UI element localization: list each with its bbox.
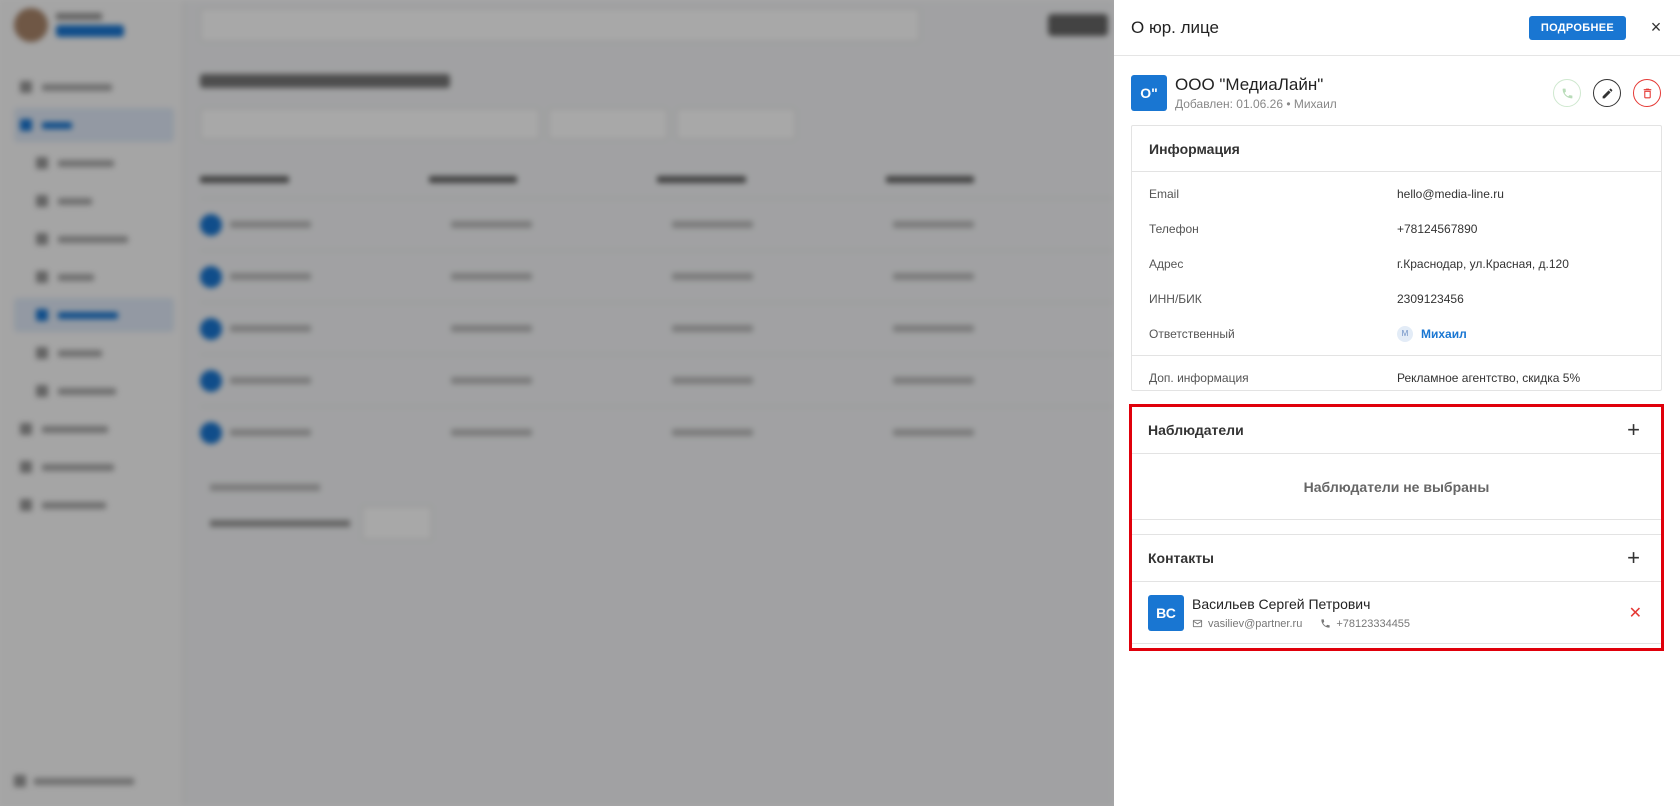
info-row-extra: Доп. информация Рекламное агентство, ски…	[1132, 360, 1661, 395]
delete-button[interactable]	[1633, 79, 1661, 107]
trash-icon	[1643, 88, 1651, 98]
responsible-link[interactable]: М Михаил	[1397, 325, 1467, 342]
info-key: Email	[1149, 186, 1180, 201]
entity-summary: О" ООО "МедиаЛайн" Добавлен: 01.06.26 • …	[1131, 73, 1661, 113]
info-key: Доп. информация	[1149, 370, 1249, 385]
avatar: М	[1397, 325, 1413, 342]
close-icon[interactable]: ×	[1648, 17, 1664, 37]
info-key: Ответственный	[1149, 326, 1235, 341]
info-row-phone: Телефон +78124567890	[1132, 211, 1661, 246]
info-value: +78124567890	[1397, 221, 1478, 236]
info-row-inn: ИНН/БИК 2309123456	[1132, 281, 1661, 316]
entity-logo: О"	[1131, 75, 1167, 111]
entity-meta: Добавлен: 01.06.26 • Михаил	[1175, 97, 1337, 111]
responsible-name[interactable]: Михаил	[1421, 327, 1467, 341]
info-key: ИНН/БИК	[1149, 291, 1202, 306]
more-button[interactable]: ПОДРОБНЕЕ	[1528, 15, 1626, 40]
info-row-email: Email hello@media-line.ru	[1132, 176, 1661, 211]
info-row-responsible: Ответственный М Михаил	[1132, 316, 1661, 351]
info-card: Информация Email hello@media-line.ru Тел…	[1131, 125, 1662, 391]
entity-name: ООО "МедиаЛайн"	[1175, 75, 1324, 94]
info-value: 2309123456	[1397, 291, 1464, 306]
highlight-frame	[1129, 404, 1664, 651]
edit-button[interactable]	[1593, 79, 1621, 107]
modal-overlay[interactable]	[0, 0, 1114, 806]
info-key: Адрес	[1149, 256, 1184, 271]
drawer-header: О юр. лице ПОДРОБНЕЕ ×	[1114, 0, 1680, 56]
info-key: Телефон	[1149, 221, 1199, 236]
info-value: Рекламное агентство, скидка 5%	[1397, 370, 1581, 385]
info-value: hello@media-line.ru	[1397, 186, 1504, 201]
pencil-icon	[1602, 88, 1612, 98]
call-button[interactable]	[1553, 79, 1581, 107]
drawer-title: О юр. лице	[1131, 17, 1220, 37]
entity-drawer: О юр. лице ПОДРОБНЕЕ × О" ООО "МедиаЛайн…	[1114, 0, 1680, 806]
info-row-address: Адрес г.Краснодар, ул.Красная, д.120	[1132, 246, 1661, 281]
info-value: г.Краснодар, ул.Красная, д.120	[1397, 256, 1569, 271]
info-title: Информация	[1132, 126, 1661, 172]
phone-icon	[1562, 88, 1572, 98]
